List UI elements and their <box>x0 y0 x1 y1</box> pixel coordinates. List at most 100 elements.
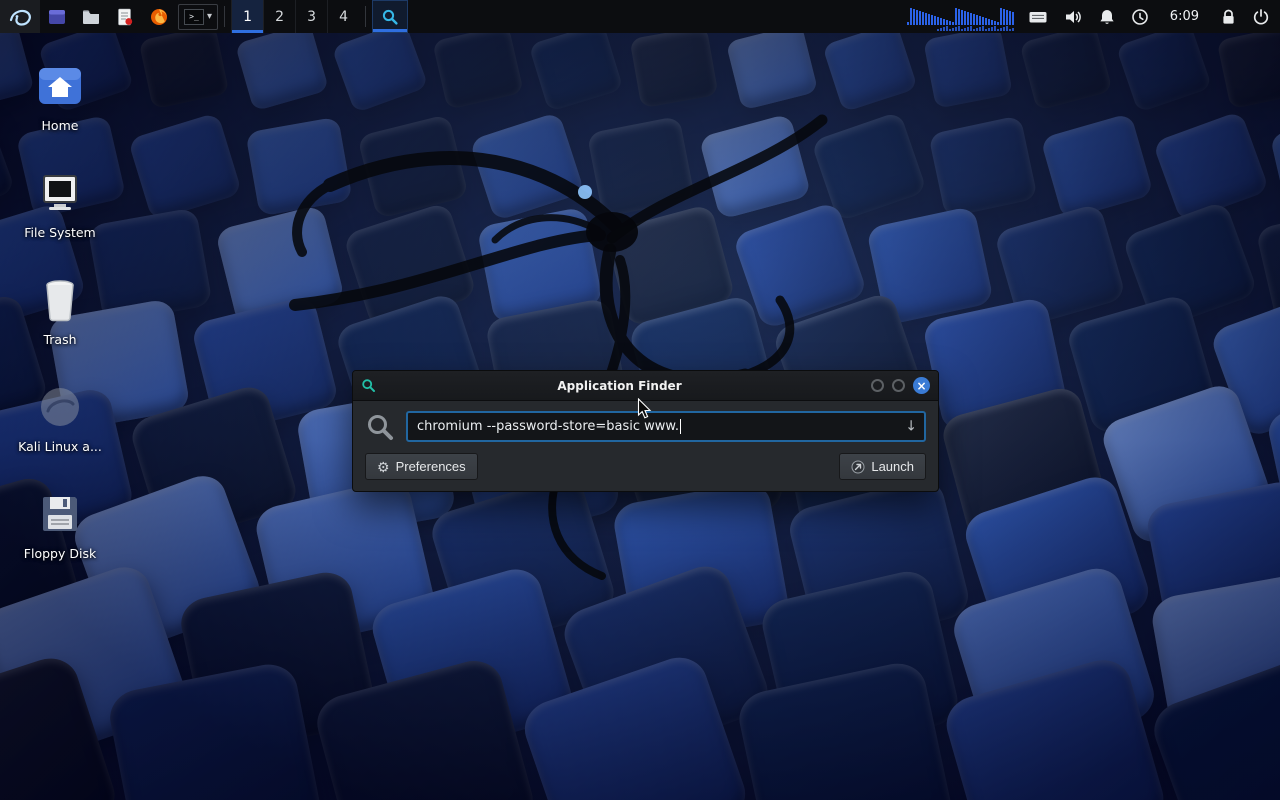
workspace-button-3[interactable]: 3 <box>295 0 327 33</box>
maximize-button[interactable] <box>892 379 905 392</box>
terminal-icon: >_ <box>184 9 204 25</box>
taskbar-app-window-button[interactable] <box>40 0 74 33</box>
text-editor-button[interactable] <box>108 0 142 33</box>
audio-spectrum-visualizer <box>903 0 1018 33</box>
titlebar[interactable]: Application Finder × <box>353 371 938 401</box>
wallpaper-cube <box>1040 113 1154 221</box>
spectrum-bar <box>916 10 918 25</box>
command-input[interactable]: chromium --password-store=basic www. ↓ <box>406 411 926 442</box>
desktop-icon-trash[interactable]: Trash <box>12 266 108 366</box>
spectrum-tick <box>958 26 960 31</box>
clock[interactable]: 6:09 <box>1164 9 1205 24</box>
spectrum-bar <box>946 20 948 25</box>
spectrum-bar <box>982 17 984 25</box>
minimize-button[interactable] <box>871 379 884 392</box>
desktop-icon-kali-docs[interactable]: Kali Linux a... <box>12 373 108 473</box>
window-title: Application Finder <box>376 379 863 393</box>
close-button[interactable]: × <box>913 377 930 394</box>
floppy-disk-icon <box>39 493 81 535</box>
spectrum-tick <box>952 28 954 31</box>
spectrum-bar <box>913 9 915 25</box>
kali-docs-icon <box>38 385 82 429</box>
spectrum-tick <box>994 26 996 31</box>
desktop-icon-label: Trash <box>43 332 76 347</box>
wallpaper-cube <box>1019 23 1112 111</box>
wallpaper-cube <box>726 24 819 111</box>
workspace-button-4[interactable]: 4 <box>327 0 359 33</box>
spectrum-tick <box>973 29 975 31</box>
preferences-button[interactable]: ⚙ Preferences <box>365 453 478 480</box>
wallpaper-cube <box>357 114 469 219</box>
spectrum-tick <box>979 27 981 31</box>
spectrum-tick <box>955 27 957 31</box>
spectrum-tick <box>1009 29 1011 31</box>
top-panel: >_ ▾ 1 2 3 4 <box>0 0 1280 33</box>
wallpaper-cube <box>1270 115 1280 219</box>
search-icon <box>381 8 399 26</box>
spectrum-tick <box>976 28 978 31</box>
home-icon <box>37 66 83 106</box>
gear-icon: ⚙ <box>377 460 390 474</box>
logout-power-icon[interactable] <box>1252 8 1270 26</box>
spectrum-bar <box>979 16 981 25</box>
spectrum-ticks <box>907 26 1014 31</box>
application-finder-window: Application Finder × chromium --password… <box>352 370 939 492</box>
system-tray: 6:09 <box>1018 0 1280 33</box>
wallpaper-cube <box>128 112 243 221</box>
app-window-icon <box>47 7 67 27</box>
wallpaper-cube <box>734 658 955 800</box>
software-update-icon[interactable] <box>1131 8 1149 26</box>
spectrum-bar <box>940 18 942 25</box>
lock-icon[interactable] <box>1220 8 1237 26</box>
desktop-icon-label: Kali Linux a... <box>18 439 102 454</box>
keyboard-icon[interactable] <box>1028 8 1048 26</box>
desktop-icon-home[interactable]: Home <box>12 52 108 152</box>
kali-menu-button[interactable] <box>0 0 40 33</box>
launch-icon <box>851 460 865 474</box>
wallpaper-cube <box>1116 21 1213 113</box>
spectrum-bar <box>949 21 951 25</box>
notifications-bell-icon[interactable] <box>1098 8 1116 26</box>
spectrum-tick <box>1003 27 1005 31</box>
wallpaper-cube <box>928 115 1038 218</box>
taskbar-application-finder-button[interactable] <box>372 0 408 33</box>
spectrum-tick <box>940 28 942 31</box>
volume-icon[interactable] <box>1063 8 1083 26</box>
spectrum-bar <box>973 14 975 25</box>
terminal-dropdown-launcher[interactable]: >_ ▾ <box>178 4 218 30</box>
wallpaper-cube <box>331 21 428 113</box>
spectrum-tick <box>1000 28 1002 31</box>
wallpaper-cube <box>630 26 719 108</box>
wallpaper-cube <box>822 22 918 113</box>
spectrum-tick <box>1006 26 1008 31</box>
workspace-button-2[interactable]: 2 <box>263 0 295 33</box>
spectrum-bar <box>934 16 936 25</box>
spectrum-tick <box>991 27 993 31</box>
desktop-icon-label: File System <box>24 225 96 240</box>
wallpaper-cube <box>587 116 695 217</box>
wallpaper-cube <box>699 113 812 219</box>
desktop-icon-file-system[interactable]: File System <box>12 159 108 259</box>
panel-spacer <box>408 0 903 33</box>
workspace-button-1[interactable]: 1 <box>231 0 263 33</box>
spectrum-bar <box>976 15 978 25</box>
spectrum-bar <box>931 15 933 25</box>
desktop-icon-label: Floppy Disk <box>24 546 96 561</box>
spectrum-bar <box>970 13 972 25</box>
spectrum-tick <box>949 29 951 31</box>
desktop-icon-floppy-disk[interactable]: Floppy Disk <box>12 480 108 580</box>
spectrum-bar <box>967 12 969 25</box>
spectrum-bar <box>958 9 960 25</box>
spectrum-bar <box>955 8 957 25</box>
spectrum-bar <box>1009 11 1011 25</box>
history-dropdown-icon[interactable]: ↓ <box>905 418 917 434</box>
file-manager-button[interactable] <box>74 0 108 33</box>
spectrum-tick <box>937 29 939 31</box>
spectrum-bar <box>1006 10 1008 25</box>
wallpaper-cube <box>432 24 524 110</box>
spectrum-bar <box>952 22 954 25</box>
launch-button[interactable]: Launch <box>839 453 926 480</box>
spectrum-tick <box>1012 28 1014 31</box>
firefox-button[interactable] <box>142 0 176 33</box>
spectrum-bar <box>964 11 966 25</box>
